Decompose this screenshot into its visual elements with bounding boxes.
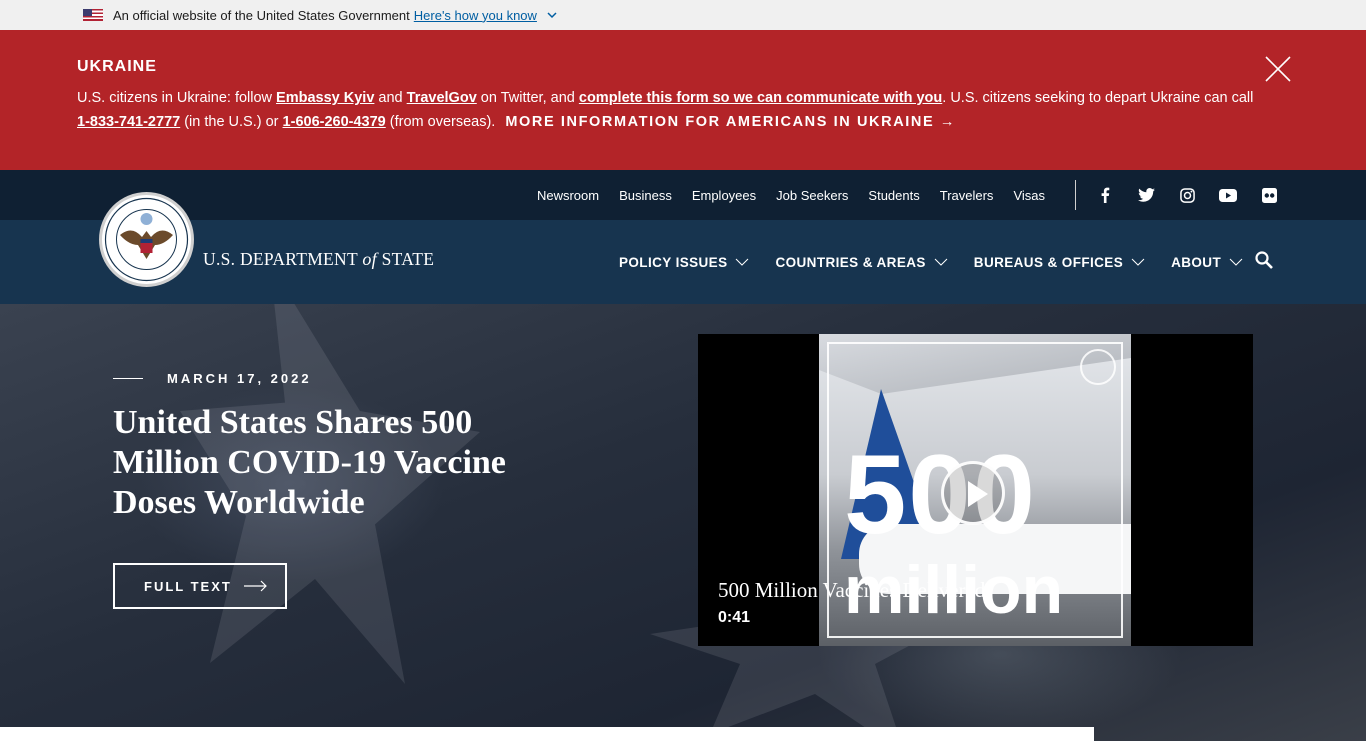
alert-text: (in the U.S.) or [180, 114, 283, 130]
close-icon[interactable] [1263, 54, 1293, 84]
us-flag-icon [83, 9, 103, 21]
alert-title: UKRAINE [77, 58, 157, 75]
gov-banner: An official website of the United States… [0, 0, 1366, 30]
play-icon[interactable] [941, 461, 1005, 525]
chevron-down-icon[interactable] [547, 10, 557, 20]
utility-link-visas[interactable]: Visas [1013, 188, 1045, 203]
flickr-icon[interactable] [1259, 185, 1279, 205]
utility-link-employees[interactable]: Employees [692, 188, 756, 203]
hero-date: MARCH 17, 2022 [167, 371, 312, 386]
alert-text: (from overseas). [385, 114, 496, 130]
facebook-icon[interactable] [1095, 185, 1115, 205]
search-icon[interactable] [1254, 250, 1274, 270]
alert-text: . U.S. citizens seeking to depart Ukrain… [942, 90, 1254, 106]
embassy-kyiv-link[interactable]: Embassy Kyiv [276, 90, 374, 106]
chevron-down-icon [1229, 258, 1243, 266]
date-divider [113, 378, 143, 379]
utility-link-students[interactable]: Students [868, 188, 919, 203]
alert-message: U.S. citizens in Ukraine: follow Embassy… [77, 86, 1257, 134]
main-nav: POLICY ISSUES COUNTRIES & AREAS BUREAUS … [619, 220, 1269, 304]
more-information-link[interactable]: MORE INFORMATION FOR AMERICANS IN UKRAIN… [505, 114, 956, 130]
twitter-icon[interactable] [1136, 185, 1156, 205]
nav-label: BUREAUS & OFFICES [973, 254, 1124, 270]
utility-link-travelers[interactable]: Travelers [940, 188, 994, 203]
nav-countries-areas[interactable]: COUNTRIES & AREAS [775, 254, 948, 270]
instagram-icon[interactable] [1177, 185, 1197, 205]
nav-label: ABOUT [1171, 254, 1222, 270]
brand-text: STATE [376, 249, 435, 269]
utility-nav: Newsroom Business Employees Job Seekers … [517, 170, 1045, 220]
utility-link-newsroom[interactable]: Newsroom [537, 188, 599, 203]
alert-text: and [374, 90, 407, 106]
utility-bar: Newsroom Business Employees Job Seekers … [0, 170, 1366, 220]
brand-text: U.S. DEPARTMENT [203, 249, 363, 269]
nav-bureaus-offices[interactable]: BUREAUS & OFFICES [974, 255, 1145, 270]
alert-text: U.S. citizens in Ukraine: follow [77, 90, 277, 106]
full-text-button[interactable]: FULL TEXT [113, 563, 287, 609]
nav-policy-issues[interactable]: POLICY ISSUES [619, 255, 749, 270]
utility-divider [1075, 180, 1076, 210]
video-player[interactable]: 500 million 500 Million Vaccines Deliver… [698, 334, 1253, 646]
nav-about[interactable]: ABOUT [1171, 255, 1243, 270]
video-duration: 0:41 [718, 609, 751, 626]
phone-overseas-link[interactable]: 1-606-260-4379 [283, 114, 386, 130]
social-links [1095, 170, 1300, 220]
brand-text-of: of [362, 249, 377, 269]
phone-us-link[interactable]: 1-833-741-2777 [77, 114, 180, 130]
utility-link-job-seekers[interactable]: Job Seekers [776, 188, 848, 203]
heres-how-you-know-link[interactable]: Here's how you know [414, 8, 537, 23]
department-seal-logo[interactable] [99, 192, 194, 287]
video-title: 500 Million Vaccines Delivered [718, 578, 986, 602]
travelgov-link[interactable]: TravelGov [407, 90, 477, 106]
chevron-down-icon [736, 258, 749, 266]
full-text-button-label: FULL TEXT [144, 578, 232, 594]
alert-text: on Twitter, and [476, 90, 579, 106]
chevron-down-icon [934, 258, 948, 266]
hero-headline[interactable]: United States Shares 500 Million COVID-1… [113, 403, 583, 523]
seal-icon [1080, 349, 1116, 385]
arrow-right-icon [243, 580, 267, 592]
content-card-top [0, 727, 1094, 741]
chevron-down-icon [1131, 258, 1145, 266]
department-brand-name[interactable]: U.S. DEPARTMENT of STATE [203, 249, 434, 270]
ukraine-alert: UKRAINE U.S. citizens in Ukraine: follow… [0, 30, 1366, 170]
youtube-icon[interactable] [1218, 185, 1238, 205]
gov-banner-text: An official website of the United States… [113, 7, 410, 23]
nav-label: COUNTRIES & AREAS [775, 254, 926, 270]
communication-form-link[interactable]: complete this form so we can communicate… [579, 90, 942, 106]
utility-link-business[interactable]: Business [619, 188, 672, 203]
nav-label: POLICY ISSUES [619, 254, 728, 270]
